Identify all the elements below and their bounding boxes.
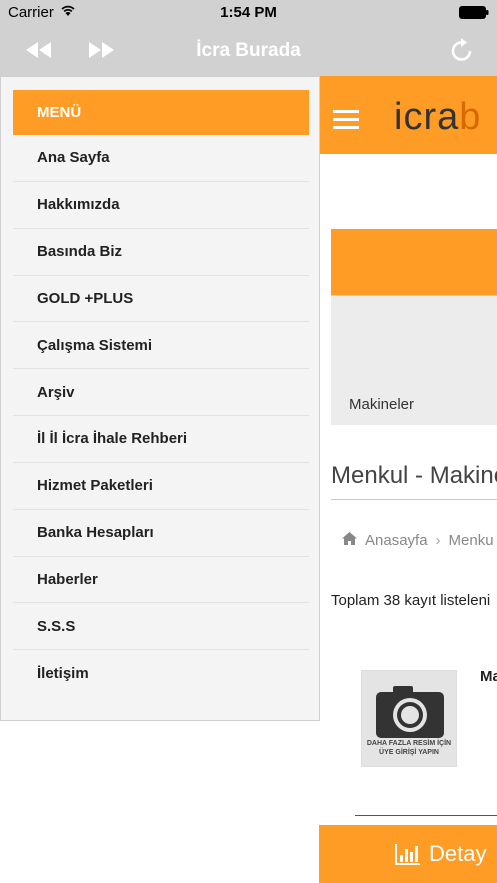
menu-item-arsiv[interactable]: Arşiv <box>13 369 309 417</box>
menu-item-haberler[interactable]: Haberler <box>13 557 309 604</box>
thumbnail-caption: DAHA FAZLA RESİM İÇİN ÜYE GİRİŞİ YAPIN <box>366 740 452 756</box>
nav-bar: İcra Burada <box>0 26 497 76</box>
menu-list: Ana Sayfa Hakkımızda Basında Biz GOLD +P… <box>13 135 309 697</box>
breadcrumb: Anasayfa › Menku <box>342 532 494 549</box>
app-window: Carrier 1:54 PM İcra Burada icrab Makine… <box>0 0 497 883</box>
divider <box>331 499 497 500</box>
orange-banner <box>331 229 497 295</box>
menu-item-iletisim[interactable]: İletişim <box>13 650 309 697</box>
detail-button-label: Detay <box>429 841 487 866</box>
menu-item-basinda-biz[interactable]: Basında Biz <box>13 229 309 276</box>
menu-item-calisma-sistemi[interactable]: Çalışma Sistemi <box>13 322 309 370</box>
menu-item-sss[interactable]: S.S.S <box>13 603 309 651</box>
menu-item-gold-plus[interactable]: GOLD +PLUS <box>13 276 309 323</box>
menu-item-hakkimizda[interactable]: Hakkımızda <box>13 182 309 229</box>
hamburger-menu-icon[interactable] <box>333 110 359 130</box>
refresh-icon[interactable] <box>450 37 474 68</box>
breadcrumb-home-link[interactable]: Anasayfa <box>365 532 428 549</box>
site-header: icrab <box>319 76 497 154</box>
menu-item-icra-ihale-rehberi[interactable]: İl İl İcra İhale Rehberi <box>13 416 309 463</box>
listing-divider <box>355 815 497 816</box>
home-icon[interactable] <box>342 532 357 549</box>
listing-title[interactable]: Ma <box>480 668 497 685</box>
camera-icon <box>376 686 444 738</box>
menu-item-banka-hesaplari[interactable]: Banka Hesapları <box>13 510 309 557</box>
menu-header: MENÜ <box>13 90 309 135</box>
battery-icon <box>459 6 489 19</box>
nav-title: İcra Burada <box>196 40 301 61</box>
result-count: Toplam 38 kayıt listeleni <box>331 592 491 609</box>
page-title: Menkul - Makine <box>331 462 497 489</box>
site-logo[interactable]: icrab <box>394 96 481 139</box>
chevron-right-icon: › <box>435 532 441 549</box>
detail-button[interactable]: Detay <box>319 825 497 883</box>
menu-item-hizmet-paketleri[interactable]: Hizmet Paketleri <box>13 463 309 510</box>
listing-thumbnail[interactable]: DAHA FAZLA RESİM İÇİN ÜYE GİRİŞİ YAPIN <box>361 670 457 767</box>
category-label: Makineler <box>349 396 415 413</box>
clock: 1:54 PM <box>220 4 277 21</box>
menu-item-ana-sayfa[interactable]: Ana Sayfa <box>13 135 309 182</box>
breadcrumb-current[interactable]: Menku <box>449 532 494 549</box>
bar-chart-icon <box>395 843 421 871</box>
side-menu: MENÜ Ana Sayfa Hakkımızda Basında Biz GO… <box>0 76 320 721</box>
status-bar: Carrier 1:54 PM <box>0 0 497 26</box>
category-box[interactable]: Makineler <box>331 295 497 425</box>
